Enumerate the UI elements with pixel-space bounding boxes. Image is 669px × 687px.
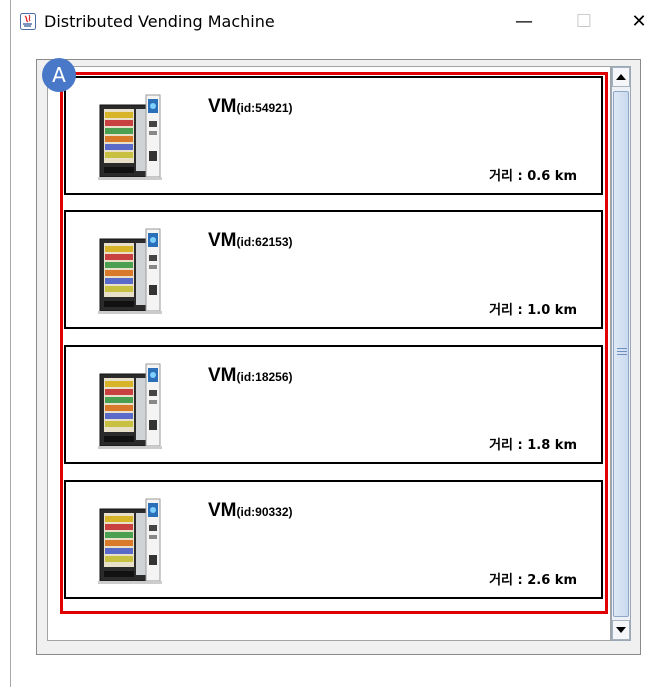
grip-icon [617,348,627,356]
scroll-down-button[interactable] [612,620,630,640]
close-button[interactable]: ✕ [616,6,662,36]
triangle-down-icon [616,627,626,633]
window-title: Distributed Vending Machine [44,12,275,31]
java-app-icon [20,13,36,30]
minimize-button[interactable]: — [501,6,547,36]
vertical-scrollbar[interactable] [611,66,631,641]
scroll-up-button[interactable] [612,67,630,87]
maximize-button[interactable]: ☐ [561,6,607,36]
annotation-marker: A [42,58,76,92]
annotation-highlight-box [60,72,608,614]
triangle-up-icon [616,74,626,80]
scroll-thumb[interactable] [613,91,629,617]
title-bar[interactable]: Distributed Vending Machine — ☐ ✕ [11,0,669,44]
